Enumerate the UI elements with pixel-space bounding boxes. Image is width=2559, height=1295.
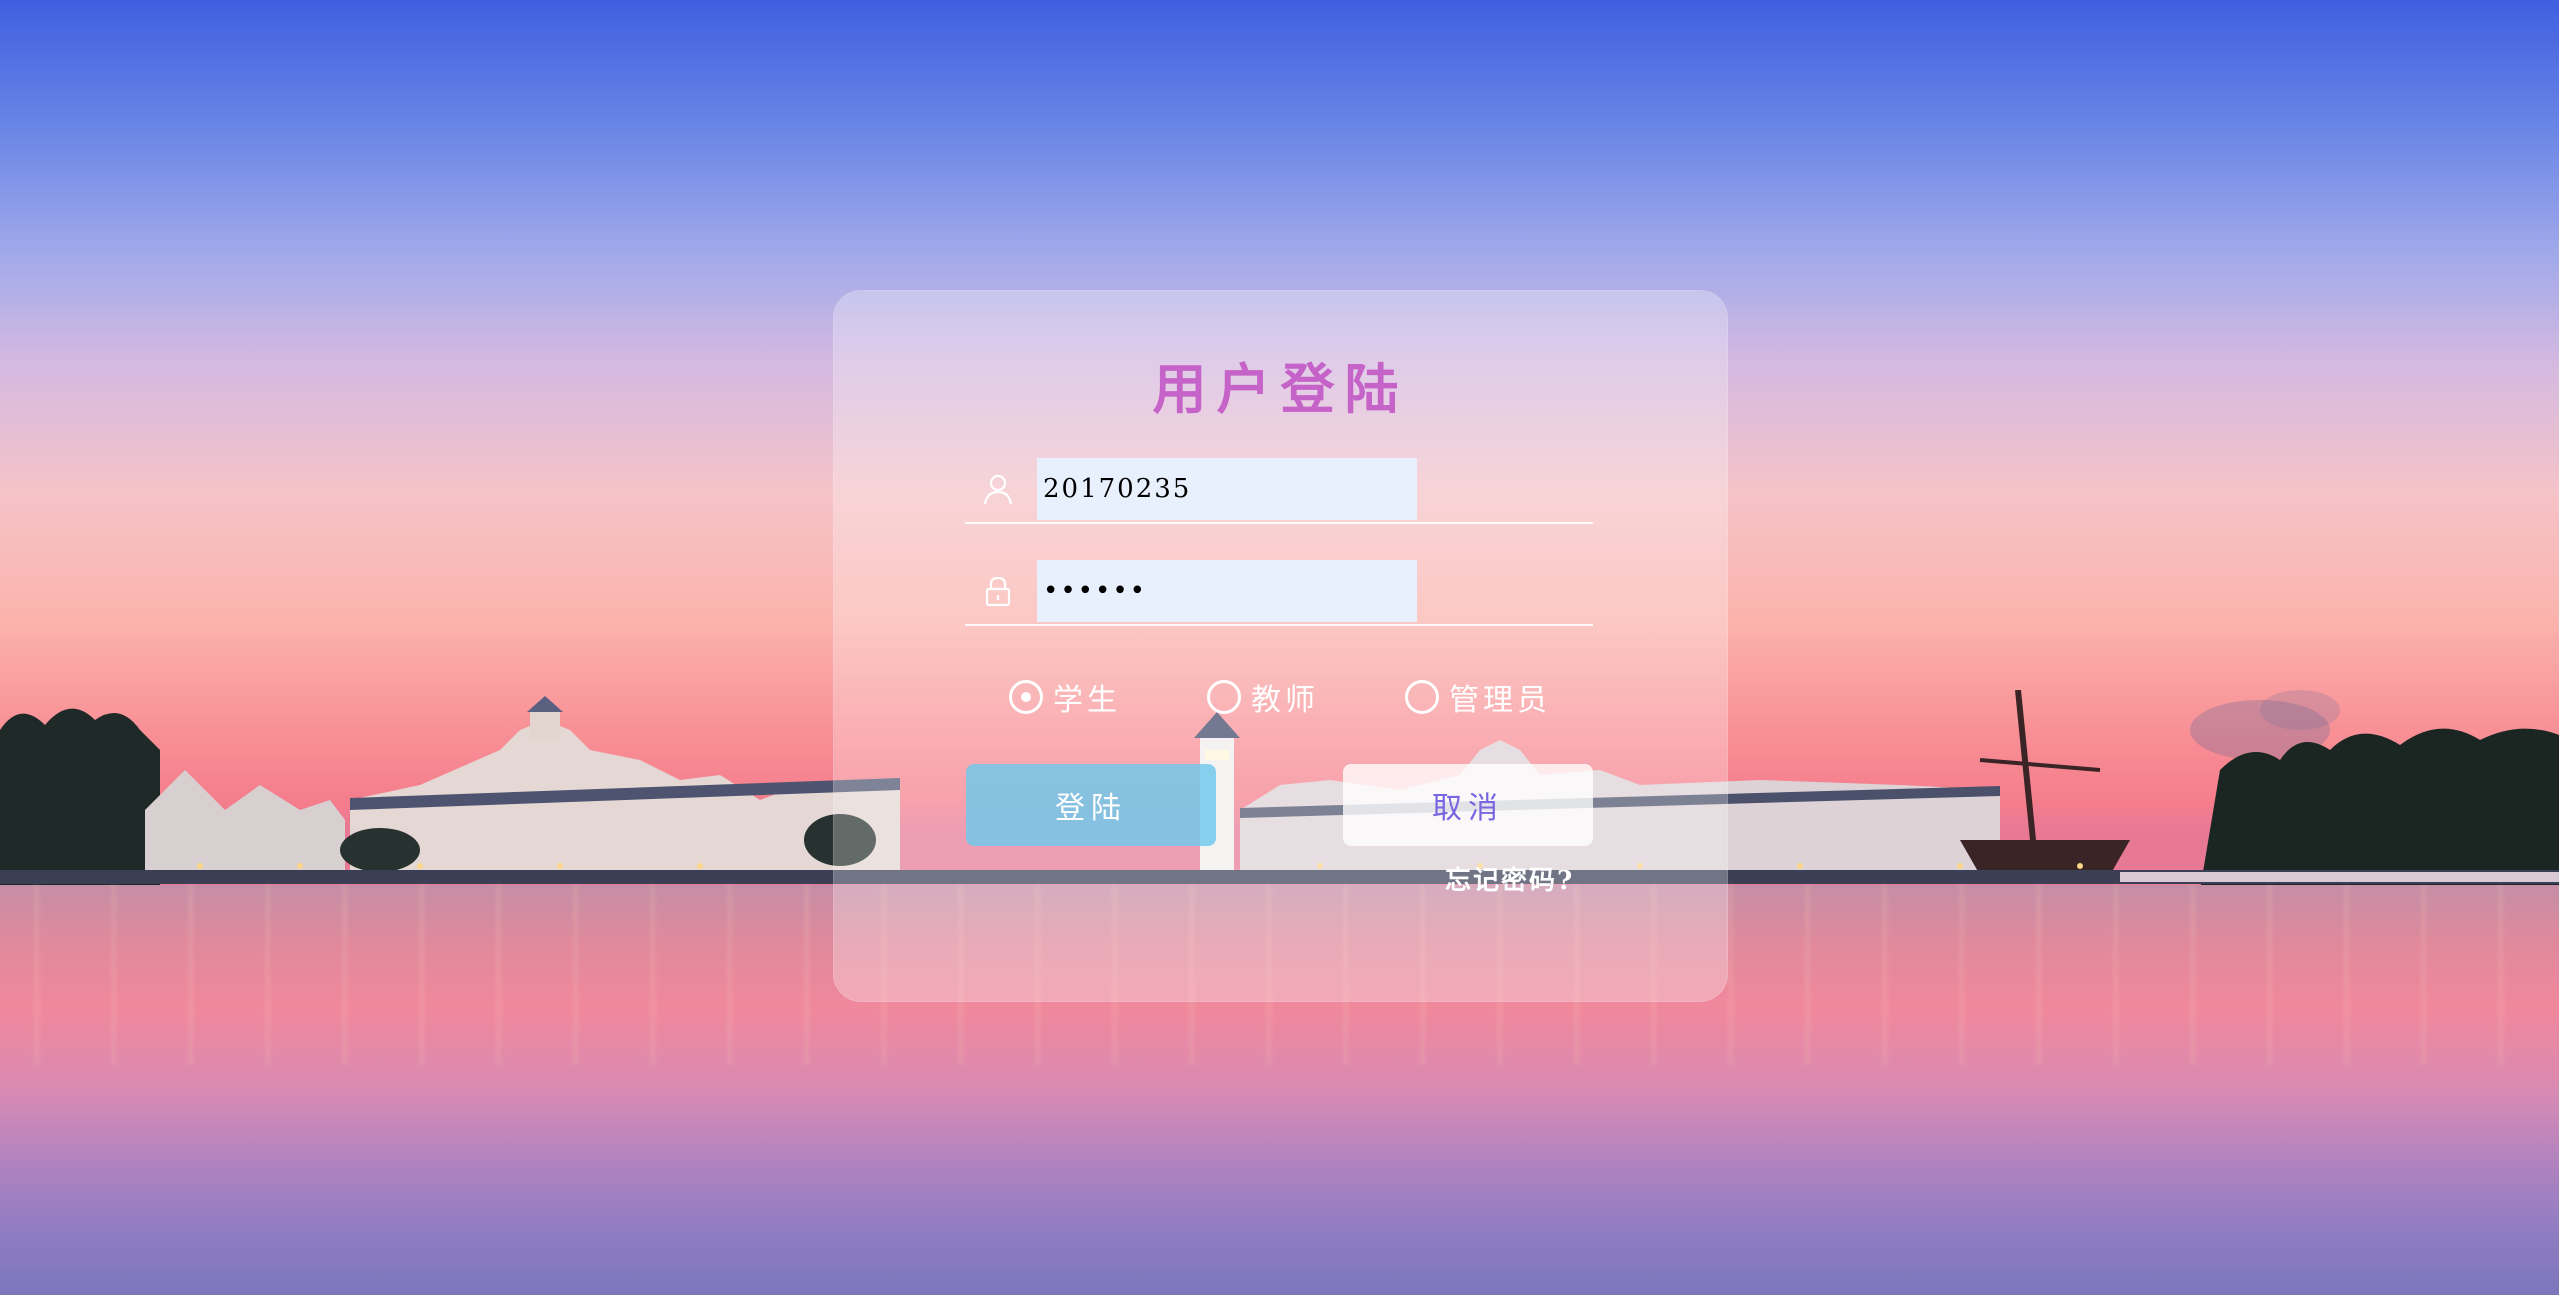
username-input[interactable] [1037,458,1417,520]
role-option-admin[interactable]: 管理员 [1405,672,1551,722]
username-field [965,456,1593,524]
lock-icon [985,576,1011,607]
role-label-teacher: 教师 [1251,683,1319,718]
role-label-admin: 管理员 [1449,683,1551,718]
background-scene: 用户登陆 学生 教师 [0,0,2559,1295]
password-input[interactable] [1037,560,1417,622]
user-icon [983,474,1013,505]
role-option-teacher[interactable]: 教师 [1207,672,1319,722]
role-option-student[interactable]: 学生 [1009,672,1121,722]
login-card: 用户登陆 学生 教师 [833,290,1728,1002]
forgot-password-link[interactable]: 忘记密码? [1445,860,1574,897]
login-title: 用户登陆 [1152,357,1409,421]
role-selector: 学生 教师 管理员 [1009,672,1609,722]
password-field [965,558,1593,626]
role-label-student: 学生 [1053,683,1121,718]
radio-button-admin[interactable] [1405,680,1439,714]
radio-button-teacher[interactable] [1207,680,1241,714]
radio-button-student[interactable] [1009,680,1043,714]
login-button[interactable]: 登陆 [966,764,1216,846]
cancel-button[interactable]: 取消 [1343,764,1593,846]
